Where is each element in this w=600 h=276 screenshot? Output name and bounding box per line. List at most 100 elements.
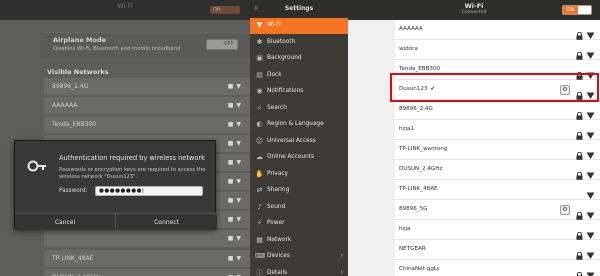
network-name: NETGEAR [399, 246, 426, 252]
airplane-mode-toggle[interactable]: OFF [206, 39, 238, 50]
password-input[interactable]: ●●●●●●●●| [95, 186, 203, 196]
sidebar-item-label: Power [267, 220, 285, 226]
network-icon: ▦ [256, 235, 263, 244]
lock-signal-icon: ■▼ [227, 102, 244, 109]
network-name-text: DUSUN_2.4GHz [399, 166, 443, 172]
sidebar-item-sharing[interactable]: ⇄ Sharing [250, 183, 348, 199]
sidebar-item-privacy[interactable]: ✋ Privacy [250, 167, 348, 183]
sidebar-item-wi-fi[interactable]: ▼ Wi-Fi [250, 18, 348, 34]
power-icon: ⚡ [257, 219, 262, 227]
gear-icon[interactable]: ⚙ [560, 205, 570, 215]
network-name: 89896_5G [399, 206, 428, 212]
wifi-signal-icon [586, 225, 595, 239]
sidebar-item-devices[interactable]: ⌨ Devices › [250, 249, 348, 265]
sidebar-item-label: Region & Language [267, 121, 324, 127]
sidebar-item-bluetooth[interactable]: ✱ Bluetooth [250, 35, 348, 51]
sidebar-item-notifications[interactable]: ◉ Notifications [250, 84, 348, 100]
lock-signal-icon: ■▼ [227, 216, 244, 223]
settings-title: Settings [284, 5, 314, 12]
lock-signal-icon: ■▼ [227, 159, 244, 166]
lock-signal-icon: ■▼ [227, 255, 244, 262]
sidebar-item-sound[interactable]: ♪ Sound [250, 200, 348, 216]
left-network-row[interactable]: 89896_2.4G ■▼ [44, 78, 250, 96]
lock-icon [576, 225, 583, 240]
wifi-toggle-on-label: ON [563, 6, 578, 14]
left-network-row[interactable]: TP-LINK_48AE ■▼ [44, 250, 250, 268]
network-name-text: AAAAAA [399, 26, 423, 32]
sidebar-item-dock[interactable]: ▤ Dock [250, 68, 348, 84]
lock-signal-icon: ■▼ [227, 197, 244, 204]
connected-network-highlight [390, 73, 599, 102]
network-row[interactable]: hzja1 [395, 120, 600, 140]
left-header: Wi-Fi ON [0, 0, 250, 20]
wifi-signal-icon [586, 125, 595, 139]
auth-dialog: Authentication required by wireless netw… [14, 140, 217, 230]
wifi-icon: ▼ [256, 21, 263, 29]
airplane-mode-subtitle: Disables Wi-Fi, Bluetooth and mobile bro… [53, 46, 181, 52]
lock-signal-icon: ■▼ [227, 83, 244, 90]
network-row[interactable]: AAAAAA [395, 20, 600, 40]
network-name: hzja1 [399, 126, 414, 132]
left-network-row[interactable]: ■▼ [44, 230, 250, 248]
network-name-text: ChinaNet-ggLy [399, 266, 440, 272]
network-name-text: TP-LINK_48AE [399, 186, 438, 192]
network-row[interactable]: TP-LINK_48AE [395, 180, 600, 200]
cancel-button[interactable]: Cancel [15, 213, 116, 230]
network-name-text: widora [399, 46, 418, 52]
network-name-text: 89896_2.4G [399, 106, 433, 112]
left-network-name: 89896_2.4G [52, 83, 89, 90]
lock-icon [576, 205, 583, 220]
sidebar-item-label: Details [267, 269, 288, 276]
lock-icon [576, 45, 583, 60]
wifi-signal-icon [586, 25, 595, 39]
chevron-right-icon: › [340, 252, 343, 259]
wifi-signal-icon [586, 185, 595, 199]
left-network-name: AAAAAA [52, 102, 78, 109]
sidebar-item-details[interactable]: ⓘ Details › [250, 266, 348, 276]
sidebar-item-online-accounts[interactable]: ☁ Online Accounts [250, 150, 348, 166]
settings-header: ⌕ Settings [250, 0, 348, 20]
left-network-row[interactable]: Tenda_EBB300 ■▼ [44, 116, 250, 134]
sharing-icon: ⇄ [256, 186, 263, 194]
sidebar-item-power[interactable]: ⚡ Power [250, 216, 348, 232]
network-name: Tenda_EBB300 [399, 66, 440, 72]
region-icon: ◐ [256, 120, 263, 128]
sidebar-item-label: Sharing [267, 187, 290, 193]
sidebar-item-network[interactable]: ▦ Network [250, 233, 348, 249]
wifi-signal-icon [586, 45, 595, 59]
left-network-row[interactable]: DUSUN_2.4GHz■▼ [44, 269, 250, 276]
background-icon: ▣ [256, 54, 263, 62]
lock-icon [576, 165, 583, 180]
wifi-header: Wi-Fi Connected ON [348, 0, 600, 20]
visible-networks-label: Visible Networks [47, 68, 109, 76]
network-name-text: NETGEAR [399, 246, 426, 252]
left-network-row[interactable]: AAAAAA ■▼ [44, 97, 250, 115]
sidebar-item-label: Wi-Fi [267, 22, 281, 28]
sidebar-item-label: Universal Access [267, 137, 316, 144]
network-row[interactable]: 89896_5G ⚙ [395, 200, 600, 220]
network-row[interactable]: widora [395, 40, 600, 60]
network-row[interactable]: DUSUN_2.4GHz [395, 160, 600, 180]
wifi-signal-icon [586, 145, 595, 159]
left-wifi-toggle-label: ON [213, 7, 221, 13]
sidebar-item-background[interactable]: ▣ Background [250, 51, 348, 67]
network-row[interactable]: NETGEAR [395, 240, 600, 260]
sidebar-item-search[interactable]: ⌕ Search [250, 101, 348, 117]
wifi-toggle[interactable]: ON [562, 5, 592, 15]
sidebar-item-label: Bluetooth [267, 38, 296, 45]
sidebar-item-universal-access[interactable]: ☺ Universal Access [250, 134, 348, 150]
network-row[interactable]: TP-LINK_wantong [395, 140, 600, 160]
airplane-mode-card: Airplane Mode Disables Wi-Fi, Bluetooth … [44, 32, 250, 60]
sidebar-item-region-language[interactable]: ◐ Region & Language [250, 117, 348, 133]
network-row[interactable]: ChinaNet-ggLy [395, 260, 600, 276]
sound-icon: ♪ [257, 202, 262, 211]
network-row[interactable]: hzja [395, 220, 600, 240]
bluetooth-icon: ✱ [256, 37, 263, 46]
network-row[interactable]: 89896_2.4G [395, 100, 600, 120]
auth-dialog-text: Passwords or encryption keys are require… [59, 167, 206, 180]
network-name-text: hzja1 [399, 126, 415, 132]
connect-button[interactable]: Connect [116, 213, 217, 230]
left-wifi-toggle[interactable]: ON [210, 6, 240, 14]
network-name: TP-LINK_48AE [399, 186, 438, 192]
network-name: hzja [399, 226, 410, 232]
